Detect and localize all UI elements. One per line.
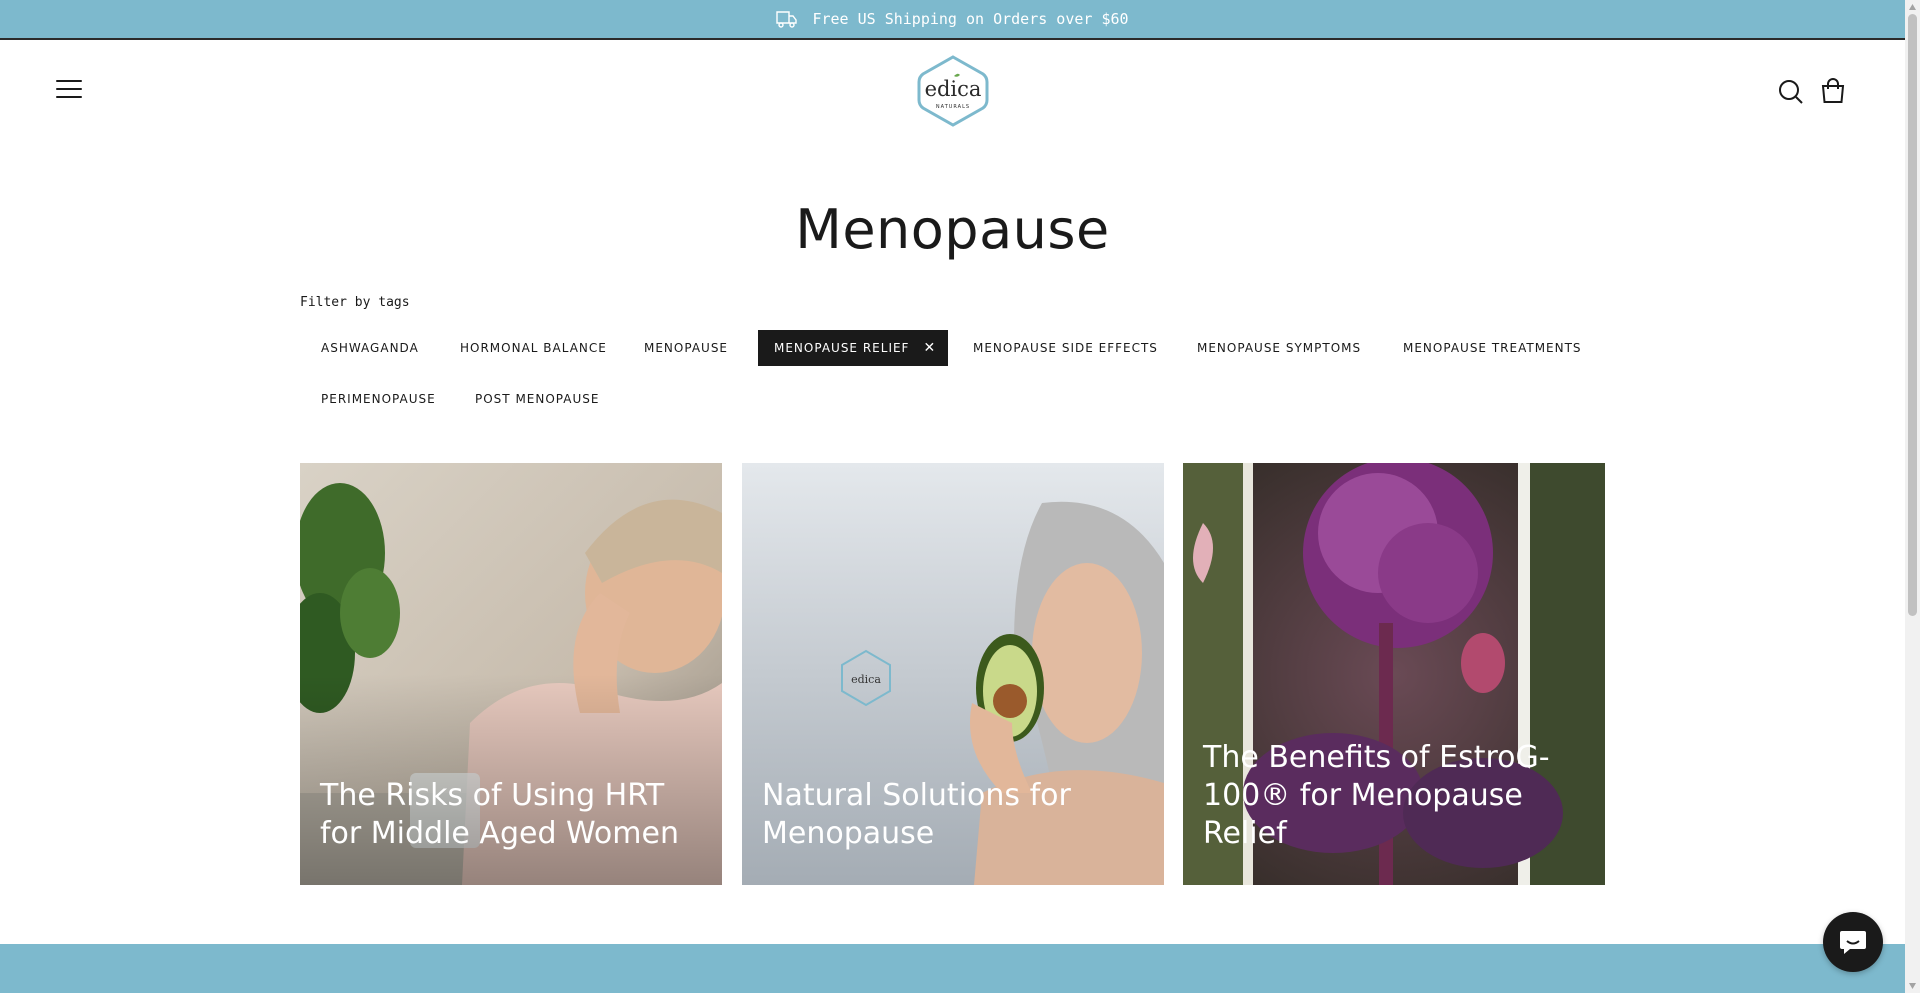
footer-band (0, 944, 1905, 993)
tag-label: PERIMENOPAUSE (321, 392, 436, 406)
article-card[interactable]: The Benefits of EstroG-100® for Menopaus… (1183, 463, 1605, 885)
tag-menopause[interactable]: MENOPAUSE (623, 330, 749, 366)
article-title[interactable]: The Risks of Using HRT for Middle Aged W… (320, 777, 704, 853)
announcement-text: Free US Shipping on Orders over $60 (812, 10, 1129, 28)
tag-label: HORMONAL BALANCE (460, 341, 607, 355)
article-grid: The Risks of Using HRT for Middle Aged W… (300, 463, 1605, 885)
tag-label: MENOPAUSE SYMPTOMS (1197, 341, 1362, 355)
tag-label: MENOPAUSE RELIEF (774, 341, 910, 355)
tag-menopause-relief-active[interactable]: MENOPAUSE RELIEF ✕ (758, 330, 948, 366)
site-header: edica NATURALS (0, 42, 1905, 142)
delivery-truck-icon (776, 10, 798, 28)
tag-label: ASHWAGANDA (321, 341, 419, 355)
tag-menopause-side-effects[interactable]: MENOPAUSE SIDE EFFECTS (952, 330, 1179, 366)
tag-post-menopause[interactable]: POST MENOPAUSE (454, 381, 620, 417)
logo-brand: edica (925, 77, 982, 101)
tag-ashwaganda[interactable]: ASHWAGANDA (300, 330, 440, 366)
shopping-bag-icon[interactable] (1820, 78, 1846, 104)
scroll-down-arrow-icon[interactable] (1908, 982, 1917, 990)
tag-label: MENOPAUSE TREATMENTS (1403, 341, 1582, 355)
page-title: Menopause (795, 198, 1110, 261)
article-card[interactable]: edica Natural Solutions for Menopause (742, 463, 1164, 885)
filter-label: Filter by tags (300, 295, 410, 310)
tag-menopause-treatments[interactable]: MENOPAUSE TREATMENTS (1382, 330, 1603, 366)
search-icon[interactable] (1778, 79, 1804, 105)
tag-hormonal-balance[interactable]: HORMONAL BALANCE (439, 330, 628, 366)
tag-label: MENOPAUSE (644, 341, 729, 355)
tag-label: POST MENOPAUSE (475, 392, 600, 406)
remove-tag-icon[interactable]: ✕ (923, 340, 936, 356)
article-card[interactable]: The Risks of Using HRT for Middle Aged W… (300, 463, 722, 885)
chat-bubble-icon[interactable] (1823, 912, 1883, 972)
article-title[interactable]: The Benefits of EstroG-100® for Menopaus… (1203, 739, 1587, 853)
logo-brand: edica (851, 673, 881, 686)
site-logo[interactable]: edica NATURALS (916, 54, 990, 128)
tag-label: MENOPAUSE SIDE EFFECTS (973, 341, 1158, 355)
page-scrollbar[interactable] (1905, 0, 1920, 993)
scroll-up-arrow-icon[interactable] (1908, 3, 1917, 11)
logo-tagline: NATURALS (936, 104, 970, 110)
hamburger-menu-icon[interactable] (56, 80, 82, 100)
article-title[interactable]: Natural Solutions for Menopause (762, 777, 1146, 853)
tag-menopause-symptoms[interactable]: MENOPAUSE SYMPTOMS (1176, 330, 1382, 366)
announcement-bar: Free US Shipping on Orders over $60 (0, 0, 1905, 40)
scrollbar-thumb[interactable] (1908, 14, 1917, 616)
tag-perimenopause[interactable]: PERIMENOPAUSE (300, 381, 457, 417)
